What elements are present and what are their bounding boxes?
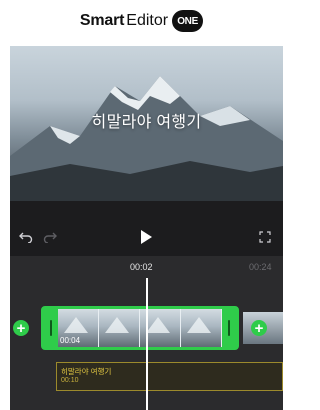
video-clip-selected[interactable]: 00:04 bbox=[41, 306, 239, 350]
brand-name-bold: Smart bbox=[79, 12, 125, 29]
playhead[interactable] bbox=[146, 278, 148, 410]
fullscreen-icon bbox=[259, 231, 271, 243]
brand-badge: ONE bbox=[172, 10, 204, 32]
current-timecode: 00:02 bbox=[130, 262, 153, 272]
plus-icon: + bbox=[254, 319, 264, 337]
playback-controls bbox=[10, 220, 283, 254]
app-brand: Smart Editor ONE bbox=[0, 0, 283, 42]
clip-trim-handle-right[interactable] bbox=[222, 309, 236, 347]
preview-title-overlay: 히말라야 여행기 bbox=[91, 114, 202, 131]
add-clip-before-button[interactable]: + bbox=[13, 320, 29, 336]
fullscreen-button[interactable] bbox=[255, 220, 275, 254]
play-icon bbox=[141, 230, 152, 244]
add-clip-after-button[interactable]: + bbox=[251, 320, 267, 336]
plus-icon: + bbox=[16, 319, 26, 337]
undo-button[interactable] bbox=[16, 220, 36, 254]
play-button[interactable] bbox=[134, 220, 158, 254]
redo-button[interactable] bbox=[40, 220, 60, 254]
text-clip-duration: 00:10 bbox=[61, 377, 79, 384]
undo-icon bbox=[19, 232, 33, 243]
editor-screen: 히말라야 여행기 00:02 00:24 + 00:04 + 히말라야 여행기 … bbox=[10, 46, 283, 410]
text-overlay-clip[interactable]: 히말라야 여행기 00:10 bbox=[56, 362, 283, 391]
clip-thumbnail bbox=[99, 309, 140, 347]
clip-thumbnail bbox=[181, 309, 222, 347]
end-timecode: 00:24 bbox=[249, 262, 272, 272]
clip-duration: 00:04 bbox=[60, 336, 81, 345]
clip-thumbnails bbox=[58, 309, 222, 347]
redo-icon bbox=[43, 232, 57, 243]
brand-name-regular: Editor bbox=[126, 12, 169, 29]
clip-trim-handle-left[interactable] bbox=[44, 309, 58, 347]
video-preview[interactable]: 히말라야 여행기 bbox=[10, 46, 283, 201]
text-clip-label: 히말라야 여행기 bbox=[61, 367, 112, 376]
timeline-panel[interactable]: 00:02 00:24 + 00:04 + 히말라야 여행기 00:10 bbox=[10, 256, 283, 410]
